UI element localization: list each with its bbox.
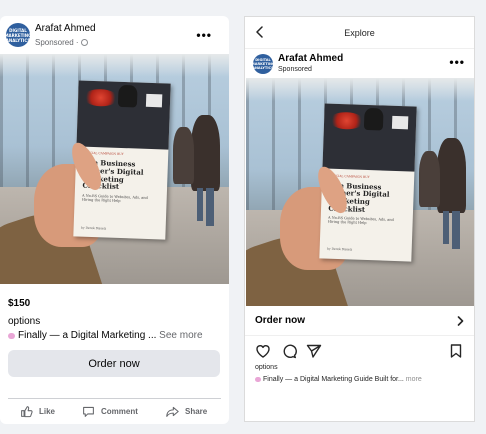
- sponsored-label: Sponsored ·: [35, 38, 88, 47]
- book-subtitle: A No-BS Guide to Websites, Ads, and Hiri…: [81, 192, 148, 203]
- page-title: Explore: [344, 28, 375, 38]
- order-now-label: Order now: [255, 315, 306, 326]
- book-author: by Derek Bissett: [326, 247, 352, 253]
- globe-icon: [80, 39, 88, 46]
- more-options-button[interactable]: •••: [196, 29, 212, 41]
- divider: [8, 398, 221, 399]
- ad-caption: Finally — a Digital Marketing ... See mo…: [8, 330, 203, 341]
- avatar[interactable]: DIGITAL MARKETING ANALYTICS: [5, 23, 31, 47]
- chevron-right-icon: [457, 316, 464, 326]
- share-icon: [166, 406, 179, 417]
- options-label: options: [255, 364, 278, 371]
- brain-emoji-icon: [8, 333, 15, 339]
- like-button[interactable]: Like: [20, 403, 55, 419]
- order-now-button[interactable]: Order now: [8, 350, 220, 377]
- fb-post-header: DIGITAL MARKETING ANALYTICS Arafat Ahmed…: [0, 16, 229, 54]
- share-button[interactable]: Share: [166, 403, 207, 419]
- comment-button[interactable]: Comment: [82, 403, 138, 419]
- brain-emoji-icon: [255, 377, 261, 382]
- instagram-ad-card: Explore DIGITAL MARKETING ANALYTICS Araf…: [244, 16, 475, 422]
- see-more-link[interactable]: See more: [159, 330, 202, 341]
- ad-image[interactable]: SPECIAL CAMPAIGN BUY The Business Owner'…: [246, 78, 474, 306]
- ig-top-bar: Explore: [245, 17, 474, 49]
- ad-image[interactable]: SPECIAL CAMPAIGN BUY The Business Owner'…: [0, 54, 229, 284]
- page-name[interactable]: Arafat Ahmed: [35, 23, 96, 34]
- comment-icon: [83, 406, 94, 417]
- book-author: by Derek Bissett: [80, 224, 106, 230]
- thumbs-up-icon: [21, 405, 33, 417]
- more-link[interactable]: more: [406, 376, 422, 383]
- price: $150: [8, 298, 31, 309]
- avatar[interactable]: DIGITAL MARKETING ANALYTICS: [251, 54, 275, 74]
- facebook-ad-card: DIGITAL MARKETING ANALYTICS Arafat Ahmed…: [0, 16, 229, 424]
- order-now-row[interactable]: Order now: [245, 306, 474, 336]
- bookmark-icon[interactable]: [448, 343, 464, 359]
- heart-icon[interactable]: [255, 343, 271, 359]
- more-options-button[interactable]: •••: [449, 56, 465, 68]
- send-icon[interactable]: [306, 343, 322, 359]
- sponsored-label: Sponsored: [278, 66, 312, 73]
- ad-caption: Finally — a Digital Marketing Guide Buil…: [255, 376, 422, 383]
- comment-icon[interactable]: [281, 343, 297, 359]
- options-label: options: [8, 316, 41, 327]
- page-name[interactable]: Arafat Ahmed: [278, 53, 343, 64]
- book-subtitle: A No-BS Guide to Websites, Ads, and Hiri…: [327, 215, 394, 226]
